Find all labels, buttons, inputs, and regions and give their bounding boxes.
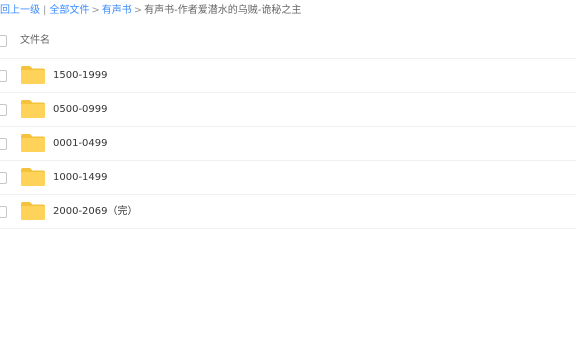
folder-name[interactable]: 0001-0499 — [53, 127, 108, 160]
row-checkbox[interactable] — [0, 172, 7, 184]
file-list-header: 文件名 — [0, 23, 576, 59]
column-header-filename[interactable]: 文件名 — [20, 23, 50, 58]
select-all-checkbox[interactable] — [0, 35, 7, 47]
back-link[interactable]: 返回上一级 — [0, 0, 40, 22]
folder-name[interactable]: 0500-0999 — [53, 93, 108, 126]
list-item[interactable]: 0001-0499 — [0, 127, 576, 161]
file-list: 文件名 1500-1999 0500-0999 0001-0499 1000-1… — [0, 23, 576, 229]
breadcrumb-current-folder: 有声书-作者爱潜水的乌贼-诡秘之主 — [144, 5, 302, 16]
row-checkbox[interactable] — [0, 104, 7, 116]
folder-icon — [21, 168, 45, 186]
row-checkbox[interactable] — [0, 138, 7, 150]
breadcrumb: 返回上一级|全部文件>有声书>有声书-作者爱潜水的乌贼-诡秘之主 — [0, 0, 576, 22]
folder-icon — [21, 134, 45, 152]
list-item[interactable]: 2000-2069（完） — [0, 195, 576, 229]
breadcrumb-arrow: > — [91, 5, 100, 16]
breadcrumb-divider: | — [43, 5, 47, 16]
list-item[interactable]: 0500-0999 — [0, 93, 576, 127]
folder-icon — [21, 66, 45, 84]
file-browser-page: 返回上一级|全部文件>有声书>有声书-作者爱潜水的乌贼-诡秘之主 文件名 150… — [0, 0, 576, 356]
breadcrumb-parent-folder[interactable]: 有声书 — [102, 0, 132, 22]
folder-name[interactable]: 1000-1499 — [53, 161, 108, 194]
folder-icon — [21, 100, 45, 118]
breadcrumb-arrow: > — [133, 5, 143, 16]
row-checkbox[interactable] — [0, 206, 7, 218]
row-checkbox[interactable] — [0, 70, 7, 82]
list-item[interactable]: 1000-1499 — [0, 161, 576, 195]
folder-name[interactable]: 1500-1999 — [53, 59, 108, 92]
folder-icon — [21, 202, 45, 220]
list-item[interactable]: 1500-1999 — [0, 59, 576, 93]
folder-name[interactable]: 2000-2069（完） — [53, 195, 138, 228]
breadcrumb-all-files[interactable]: 全部文件 — [49, 0, 89, 22]
